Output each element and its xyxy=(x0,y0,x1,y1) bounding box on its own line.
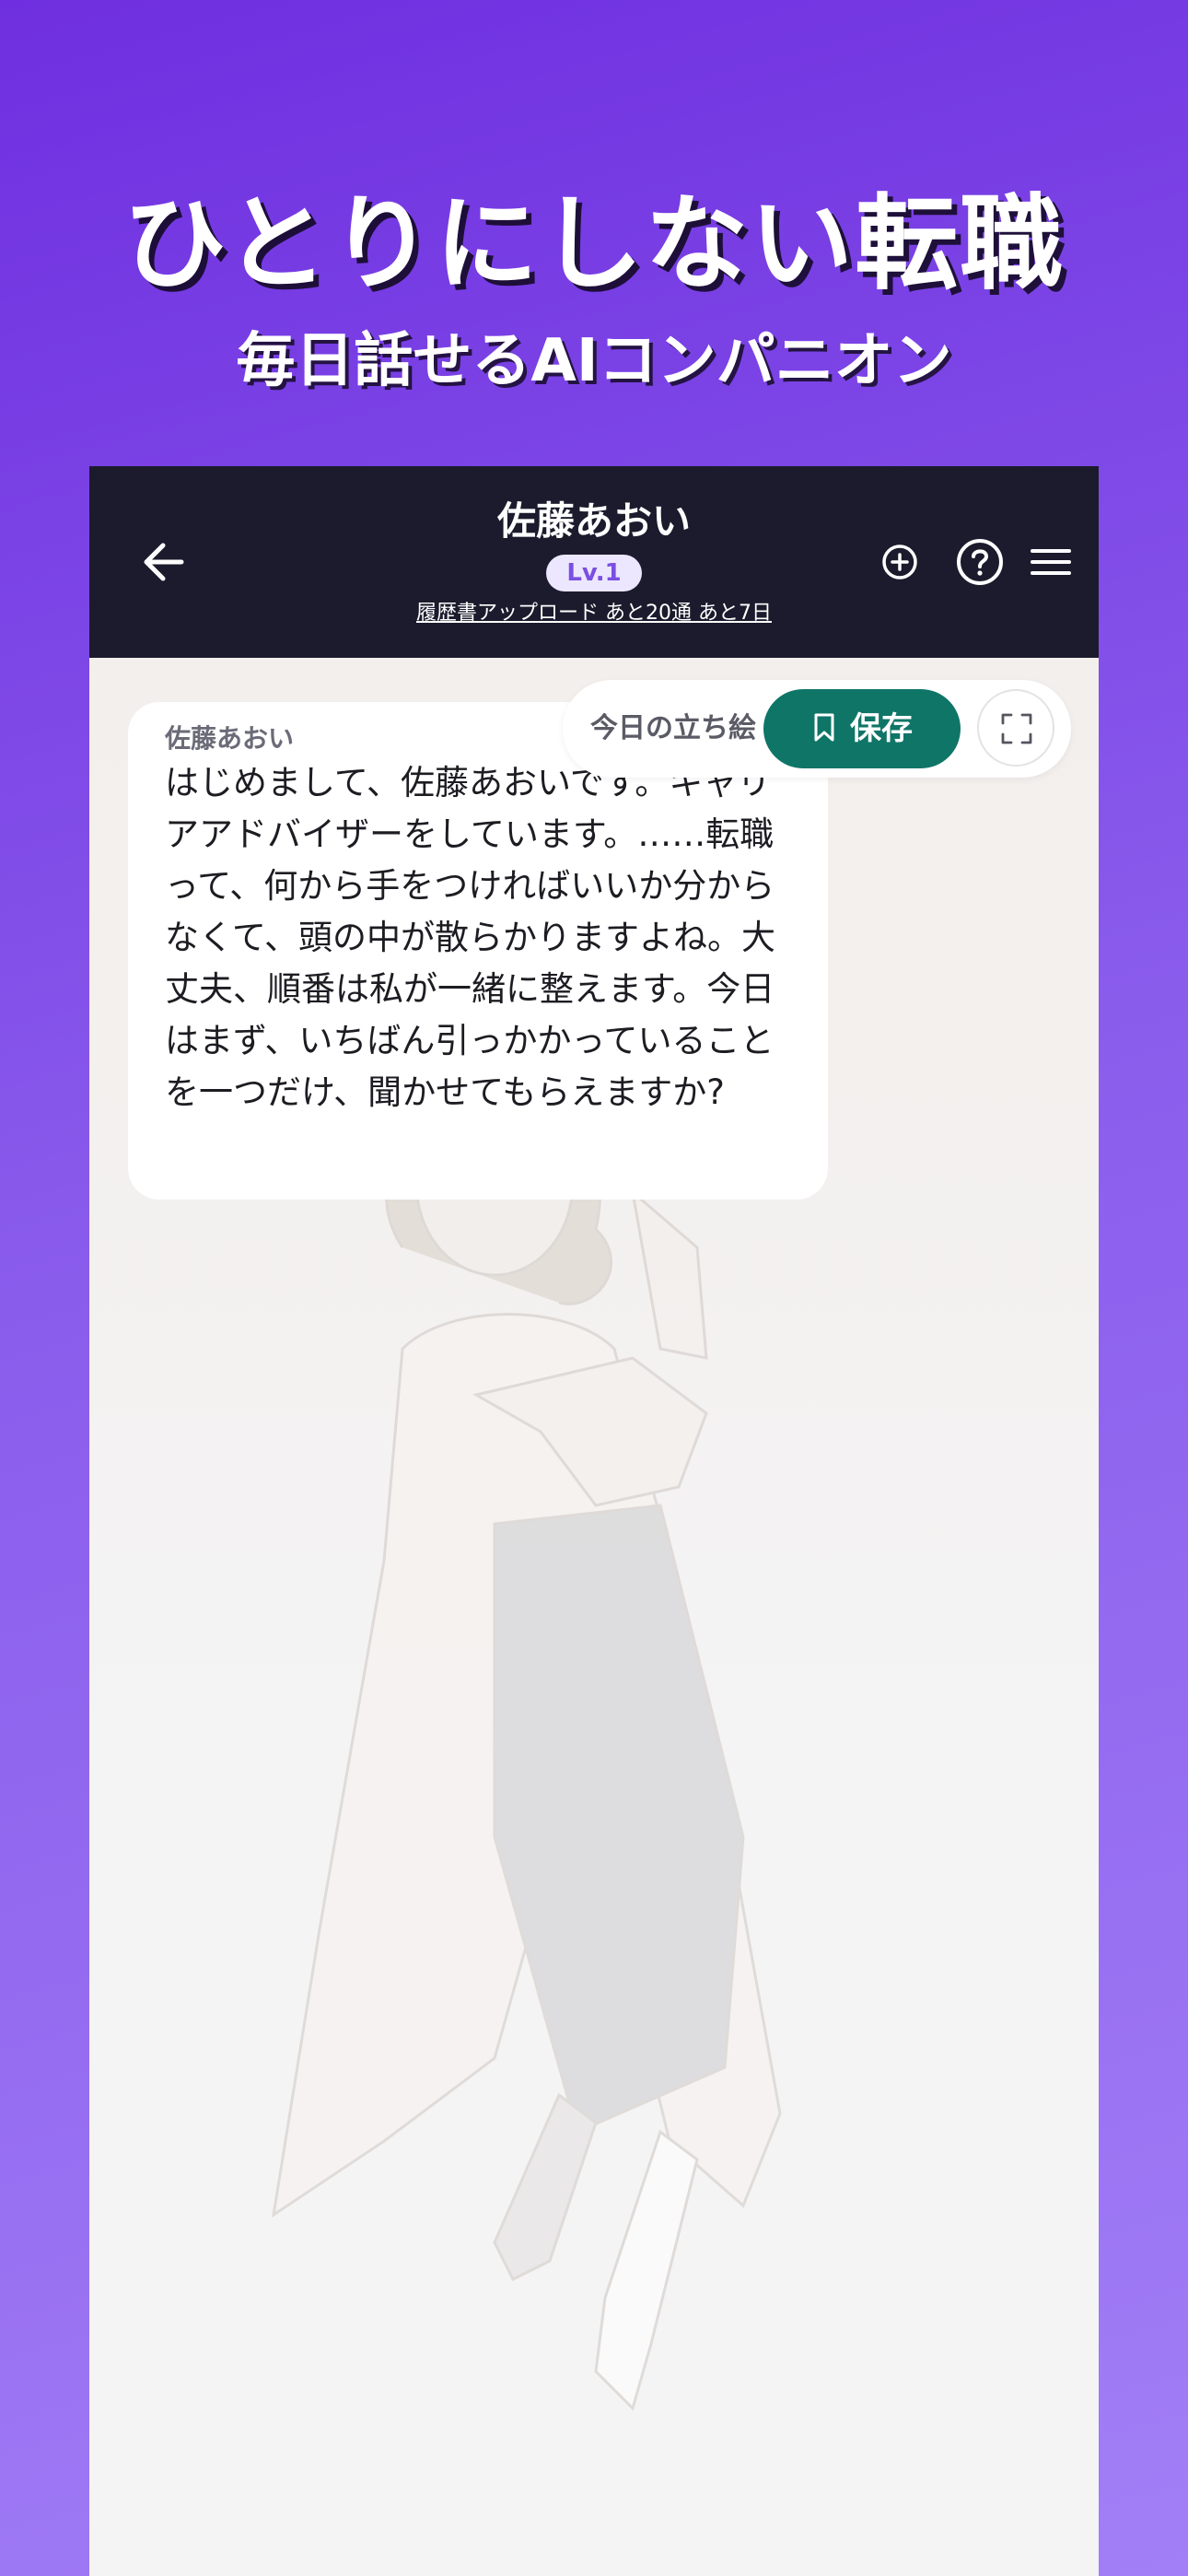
help-button[interactable] xyxy=(950,533,1009,591)
chat-header: 佐藤あおい Lv.1 履歴書アップロード あと20通 あと7日 xyxy=(89,466,1099,658)
bookmark-icon xyxy=(814,713,834,742)
fullscreen-button[interactable] xyxy=(977,689,1054,767)
hero-banner: ひとりにしない転職 毎日話せるAIコンパニオン xyxy=(0,0,1188,461)
todays-portrait-label: 今日の立ち絵 xyxy=(590,712,756,744)
resume-upload-link[interactable]: 履歴書アップロード あと20通 あと7日 xyxy=(320,599,868,628)
message-text: はじめまして、佐藤あおいです。キャリアアドバイザーをしています。……転職って、何… xyxy=(165,763,776,1112)
save-button[interactable]: 保存 xyxy=(763,689,961,768)
menu-button[interactable] xyxy=(1021,533,1080,591)
back-button[interactable] xyxy=(135,533,194,591)
hero-title: ひとりにしない転職 xyxy=(122,184,1066,304)
level-badge: Lv.1 xyxy=(546,555,642,591)
add-button[interactable] xyxy=(870,533,929,591)
question-circle-icon xyxy=(957,539,1003,585)
back-arrow-icon xyxy=(144,543,184,581)
hamburger-menu-icon xyxy=(1031,549,1071,575)
character-name: 佐藤あおい xyxy=(496,498,691,544)
plus-circle-icon xyxy=(882,544,917,580)
chat-area: 佐藤あおい はじめまして、佐藤あおいです。キャリアアドバイザーをしています。……… xyxy=(89,658,1099,2576)
app-screen: 佐藤あおい Lv.1 履歴書アップロード あと20通 あと7日 佐藤あおい はじ… xyxy=(89,466,1099,2576)
save-label: 保存 xyxy=(850,710,913,747)
hero-subtitle: 毎日話せるAIコンパニオン xyxy=(236,327,952,395)
expand-icon xyxy=(1001,713,1032,744)
character-info: 佐藤あおい Lv.1 履歴書アップロード あと20通 あと7日 xyxy=(320,494,868,628)
portrait-toolbar: 今日の立ち絵 保存 xyxy=(563,680,1071,778)
